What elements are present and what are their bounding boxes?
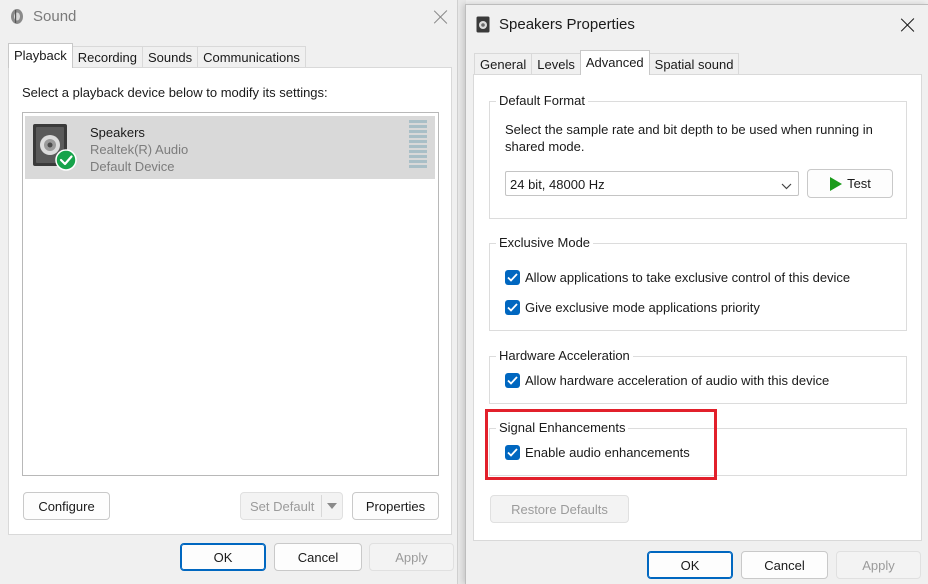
tab-levels[interactable]: Levels xyxy=(531,53,581,75)
sound-window: Sound Playback Recording Sounds Communic… xyxy=(0,0,458,584)
hardware-acceleration-group: Hardware Acceleration Allow hardware acc… xyxy=(489,356,907,404)
default-format-group: Default Format Select the sample rate an… xyxy=(489,101,907,219)
tab-advanced[interactable]: Advanced xyxy=(580,50,650,75)
tab-communications[interactable]: Communications xyxy=(197,46,306,68)
hardware-acceleration-title: Hardware Acceleration xyxy=(496,348,633,363)
default-format-description: Select the sample rate and bit depth to … xyxy=(505,121,900,155)
hardware-acceleration-checkbox[interactable]: Allow hardware acceleration of audio wit… xyxy=(505,373,829,388)
properties-tabs: General Levels Advanced Spatial sound xyxy=(474,50,738,75)
exclusive-mode-title: Exclusive Mode xyxy=(496,235,593,250)
sound-tab-panel: Select a playback device below to modify… xyxy=(8,67,452,535)
test-button[interactable]: Test xyxy=(807,169,893,198)
format-select-value: 24 bit, 48000 Hz xyxy=(510,177,605,192)
test-label: Test xyxy=(847,176,871,191)
properties-titlebar: Speakers Properties xyxy=(466,5,928,39)
exclusive-priority-label: Give exclusive mode applications priorit… xyxy=(525,300,760,315)
device-driver: Realtek(R) Audio xyxy=(90,142,188,157)
tab-recording[interactable]: Recording xyxy=(72,46,143,68)
checkmark-icon xyxy=(505,270,520,285)
device-name: Speakers xyxy=(90,125,145,140)
tab-sounds[interactable]: Sounds xyxy=(142,46,198,68)
tab-playback[interactable]: Playback xyxy=(8,43,73,68)
exclusive-control-checkbox[interactable]: Allow applications to take exclusive con… xyxy=(505,270,850,285)
configure-button[interactable]: Configure xyxy=(23,492,110,520)
properties-close-icon[interactable] xyxy=(900,17,916,33)
restore-defaults-button[interactable]: Restore Defaults xyxy=(490,495,629,523)
properties-apply-button[interactable]: Apply xyxy=(836,551,921,579)
properties-ok-button[interactable]: OK xyxy=(647,551,733,579)
hardware-acceleration-label: Allow hardware acceleration of audio wit… xyxy=(525,373,829,388)
device-status: Default Device xyxy=(90,159,175,174)
sound-titlebar: Sound xyxy=(0,0,457,34)
device-row-speakers[interactable]: Speakers Realtek(R) Audio Default Device xyxy=(25,116,435,179)
tab-general[interactable]: General xyxy=(474,53,532,75)
highlight-box xyxy=(485,409,717,480)
exclusive-control-label: Allow applications to take exclusive con… xyxy=(525,270,850,285)
playback-instruction: Select a playback device below to modify… xyxy=(22,85,328,100)
properties-button[interactable]: Properties xyxy=(352,492,439,520)
sound-cancel-button[interactable]: Cancel xyxy=(274,543,362,571)
chevron-down-icon xyxy=(781,179,792,193)
default-format-title: Default Format xyxy=(496,93,588,108)
chevron-down-icon[interactable] xyxy=(322,503,342,509)
speaker-title-icon xyxy=(476,16,490,33)
checkmark-icon xyxy=(505,300,520,315)
sound-ok-button[interactable]: OK xyxy=(180,543,266,571)
set-default-button[interactable]: Set Default xyxy=(240,492,343,520)
sound-window-title: Sound xyxy=(33,8,76,25)
sound-close-icon[interactable] xyxy=(433,9,449,25)
properties-window-title: Speakers Properties xyxy=(499,16,635,33)
properties-cancel-button[interactable]: Cancel xyxy=(741,551,828,579)
device-list: Speakers Realtek(R) Audio Default Device xyxy=(22,112,439,476)
exclusive-mode-group: Exclusive Mode Allow applications to tak… xyxy=(489,243,907,331)
advanced-tab-panel: Default Format Select the sample rate an… xyxy=(473,74,922,541)
sound-app-icon xyxy=(10,8,24,25)
sound-tabs: Playback Recording Sounds Communications xyxy=(8,43,305,68)
speakers-properties-window: Speakers Properties General Levels Advan… xyxy=(465,4,928,584)
tab-spatial-sound[interactable]: Spatial sound xyxy=(649,53,740,75)
sound-apply-button[interactable]: Apply xyxy=(369,543,454,571)
speaker-device-icon xyxy=(30,122,78,172)
set-default-label: Set Default xyxy=(241,499,321,514)
checkmark-icon xyxy=(505,373,520,388)
format-select[interactable]: 24 bit, 48000 Hz xyxy=(505,171,799,196)
volume-level-meter xyxy=(409,120,427,170)
play-icon xyxy=(829,177,842,191)
exclusive-priority-checkbox[interactable]: Give exclusive mode applications priorit… xyxy=(505,300,760,315)
